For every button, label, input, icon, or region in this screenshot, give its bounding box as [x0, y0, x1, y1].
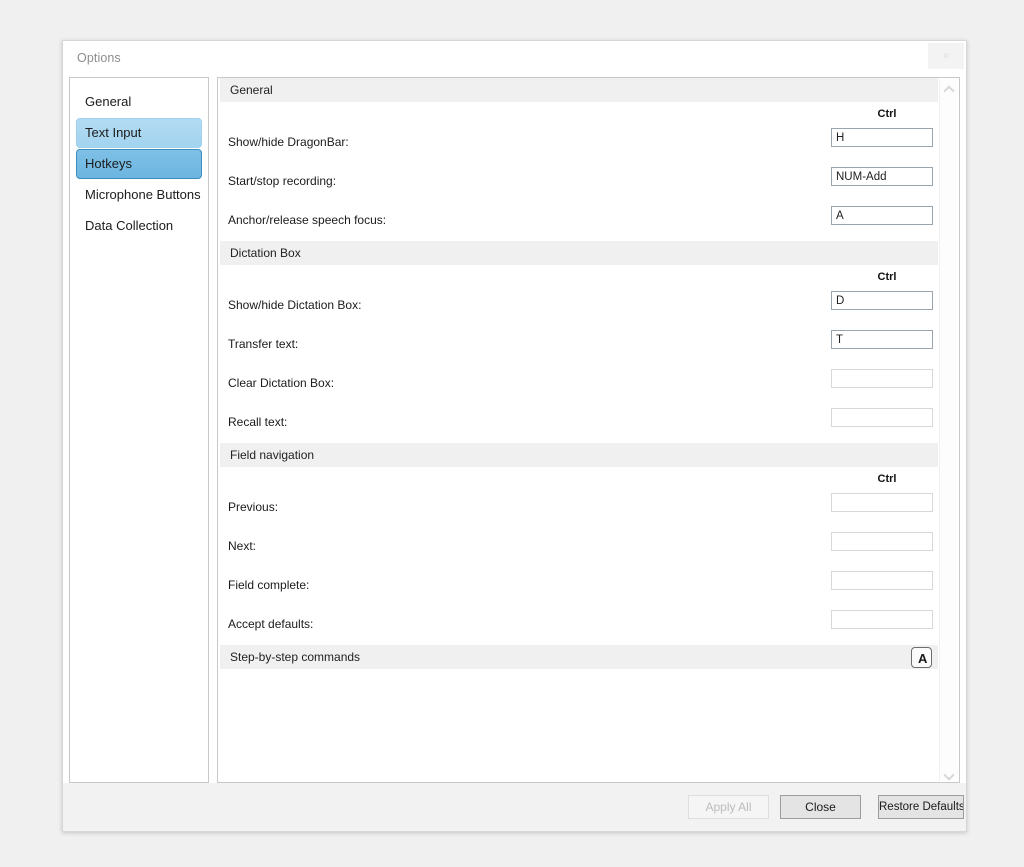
modifier-column-headers: CtrlAltShift — [218, 271, 940, 287]
hotkey-key-input[interactable] — [831, 128, 933, 147]
hotkey-key-input[interactable] — [831, 206, 933, 225]
hotkey-row-label: Clear Dictation Box: — [228, 376, 335, 390]
dialog-title-bar: Options × — [63, 41, 966, 76]
hotkey-row-label: Recall text: — [228, 415, 288, 429]
hotkey-row-label: Show/hide DragonBar: — [228, 135, 349, 149]
hotkey-row: Show/hide Dictation Box: — [218, 287, 940, 326]
section-title: Step-by-step commands — [230, 650, 361, 664]
sidebar-item-hotkeys[interactable]: Hotkeys — [76, 149, 202, 179]
sidebar-item-text-input[interactable]: Text Input — [76, 118, 202, 148]
section-title: Dictation Box — [230, 246, 301, 260]
hotkey-key-input — [831, 610, 933, 629]
section-header-dictation-box: Dictation Box — [220, 241, 938, 265]
sidebar-item-data-collection[interactable]: Data Collection — [76, 211, 202, 241]
apply-all-button[interactable]: Apply All — [688, 795, 769, 819]
hotkey-row: Transfer text: — [218, 326, 940, 365]
content-scrollbar[interactable] — [939, 79, 958, 781]
modifier-column-headers: CtrlAltShift — [218, 108, 940, 124]
sidebar-item-general[interactable]: General — [76, 87, 202, 117]
hotkey-key-input — [831, 369, 933, 388]
hotkey-row-label: Field complete: — [228, 578, 310, 592]
hotkey-key-input[interactable] — [831, 291, 933, 310]
hotkey-row: Accept defaults: — [218, 606, 940, 645]
hotkey-row-label: Show/hide Dictation Box: — [228, 298, 362, 312]
hotkey-key-input — [831, 408, 933, 427]
hotkey-key-input — [831, 493, 933, 512]
chevron-up-glyph — [943, 84, 955, 97]
sidebar: General Text Input Hotkeys Microphone Butto… — [69, 77, 209, 783]
dialog-body: General Text Input Hotkeys Microphone Butto… — [69, 77, 960, 783]
hotkey-row: Show/hide DragonBar: — [218, 124, 940, 163]
hotkey-row-label: Transfer text: — [228, 337, 299, 351]
hotkey-row: Previous: — [218, 489, 940, 528]
hotkey-row: Field complete: — [218, 567, 940, 606]
options-dialog-window: Options × General Text Input Hotkeys Microp… — [62, 40, 967, 832]
hotkey-row-label: Anchor/release speech focus: — [228, 213, 387, 227]
hotkey-key-input[interactable] — [831, 167, 933, 186]
hotkey-row: Anchor/release speech focus: — [218, 202, 940, 241]
column-header-ctrl: Ctrl — [877, 108, 897, 120]
letter-a-icon[interactable]: A — [911, 647, 932, 668]
dialog-footer: Apply All Close Restore Defaults — [63, 783, 966, 831]
hotkey-key-input[interactable] — [831, 330, 933, 349]
section-header-general: General — [220, 78, 938, 102]
chevron-up-icon[interactable] — [940, 79, 958, 97]
chevron-down-icon[interactable] — [940, 764, 958, 781]
section-title: General — [230, 83, 273, 97]
hotkey-row-label: Previous: — [228, 500, 279, 514]
hotkey-row: Next: — [218, 528, 940, 567]
section-header-step-by-step-commands: Step-by-step commands A — [220, 645, 938, 669]
close-icon[interactable]: × — [928, 43, 964, 69]
section-header-field-navigation: Field navigation — [220, 443, 938, 467]
close-button[interactable]: Close — [780, 795, 861, 819]
modifier-column-headers: CtrlAltShift — [218, 473, 940, 489]
hotkey-row: Recall text: — [218, 404, 940, 443]
chevron-down-glyph — [943, 768, 955, 781]
hotkey-row-label: Next: — [228, 539, 257, 553]
column-header-ctrl: Ctrl — [877, 271, 897, 283]
hotkey-key-input — [831, 571, 933, 590]
page-title: Options — [77, 51, 121, 65]
restore-defaults-button[interactable]: Restore Defaults — [878, 795, 964, 819]
hotkey-row-label: Accept defaults: — [228, 617, 314, 631]
settings-scroll-area: General CtrlAltShift Show/hide DragonBar: S… — [218, 78, 940, 782]
column-header-ctrl: Ctrl — [877, 473, 897, 485]
hotkey-key-input — [831, 532, 933, 551]
content-pane: General CtrlAltShift Show/hide DragonBar: S… — [217, 77, 960, 783]
section-title: Field navigation — [230, 448, 315, 462]
sidebar-item-microphone-buttons[interactable]: Microphone Buttons — [76, 180, 202, 210]
hotkey-row-label: Start/stop recording: — [228, 174, 337, 188]
hotkey-row: Clear Dictation Box: — [218, 365, 940, 404]
hotkey-row: Start/stop recording: — [218, 163, 940, 202]
